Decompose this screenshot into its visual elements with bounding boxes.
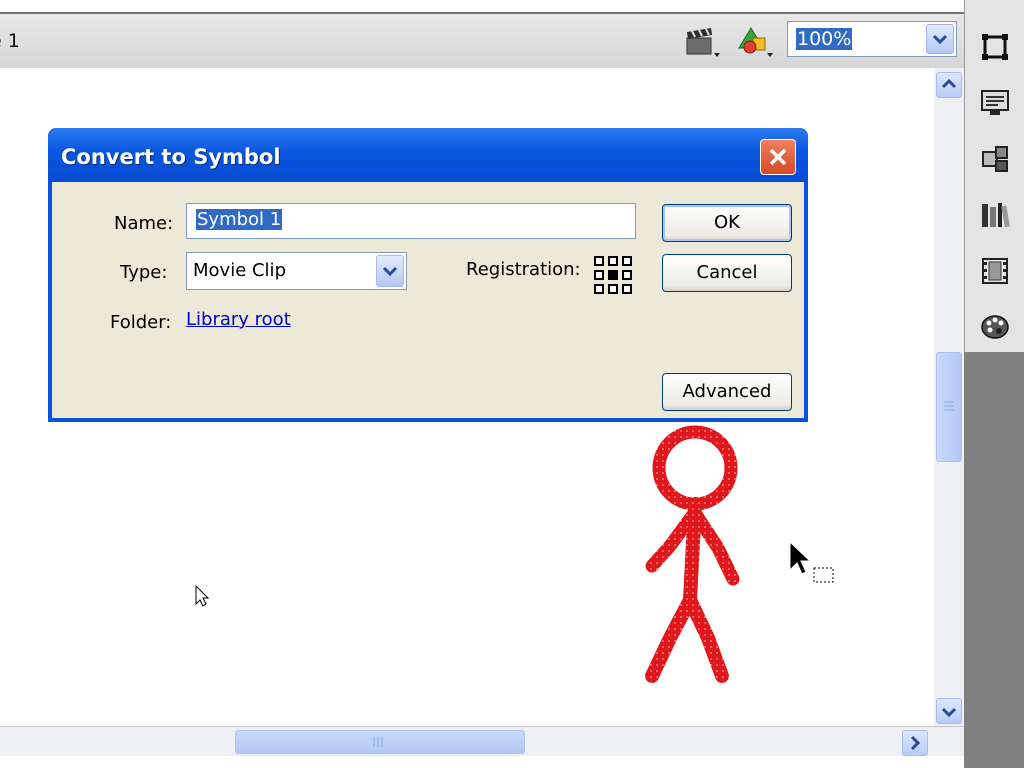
registration-label: Registration: [466,259,581,280]
scroll-down-button[interactable] [936,698,962,724]
name-label: Name: [114,213,174,234]
mouse-cursor [789,540,834,583]
library-root-link[interactable]: Library root [186,309,291,330]
advanced-button[interactable]: Advanced [662,373,792,411]
close-button[interactable] [760,139,796,175]
scene-name[interactable]: e 1 [0,30,20,52]
symbol-type-value: Movie Clip [193,260,286,281]
vertical-scroll-thumb[interactable] [936,352,962,462]
clapperboard-icon[interactable] [684,26,722,60]
free-transform-icon[interactable] [980,32,1010,62]
arrow-cursor-small [195,584,210,607]
bottom-edge [0,756,964,768]
chevron-right-icon [910,735,921,751]
type-label: Type: [120,262,168,283]
stick-figure-drawing[interactable] [645,425,740,683]
components-icon[interactable] [980,144,1010,174]
close-icon [769,148,787,166]
library-icon[interactable] [980,200,1010,230]
movie-clip-icon[interactable] [980,256,1010,286]
dialog-title: Convert to Symbol [61,145,281,169]
folder-label: Folder: [110,312,172,333]
zoom-combobox[interactable]: 100% [787,21,957,57]
display-monitor-icon[interactable] [980,88,1010,118]
window-top-edge [0,0,966,14]
scroll-up-button[interactable] [936,72,962,98]
cancel-button[interactable]: Cancel [662,254,792,292]
shapes-icon[interactable] [737,26,775,60]
horizontal-scrollbar[interactable] [0,726,964,757]
chevron-down-icon [932,34,948,45]
zoom-value[interactable]: 100% [796,28,853,50]
symbol-name-field[interactable]: Symbol 1 [186,203,636,239]
ok-button[interactable]: OK [662,204,792,242]
convert-to-symbol-dialog: Convert to Symbol Name: Symbol 1 Type: M… [48,128,808,422]
chevron-up-icon [941,78,957,89]
symbol-name-value[interactable]: Symbol 1 [196,209,283,230]
type-dropdown-button[interactable] [376,255,404,287]
symbol-type-select[interactable]: Movie Clip [186,252,407,290]
zoom-dropdown-button[interactable] [926,24,954,54]
color-palette-icon[interactable] [980,312,1010,342]
right-panel-dock [964,0,1024,768]
scroll-right-button[interactable] [902,730,928,756]
edit-bar: e 1 100% [0,14,966,69]
chevron-down-icon [382,266,398,277]
horizontal-scroll-thumb[interactable] [235,730,525,754]
registration-grid[interactable] [594,256,632,294]
dialog-title-bar[interactable]: Convert to Symbol [48,128,808,182]
chevron-down-icon [941,707,957,718]
vertical-scrollbar[interactable] [934,68,964,726]
dialog-body: Name: Symbol 1 Type: Movie Clip Registra… [52,182,804,418]
